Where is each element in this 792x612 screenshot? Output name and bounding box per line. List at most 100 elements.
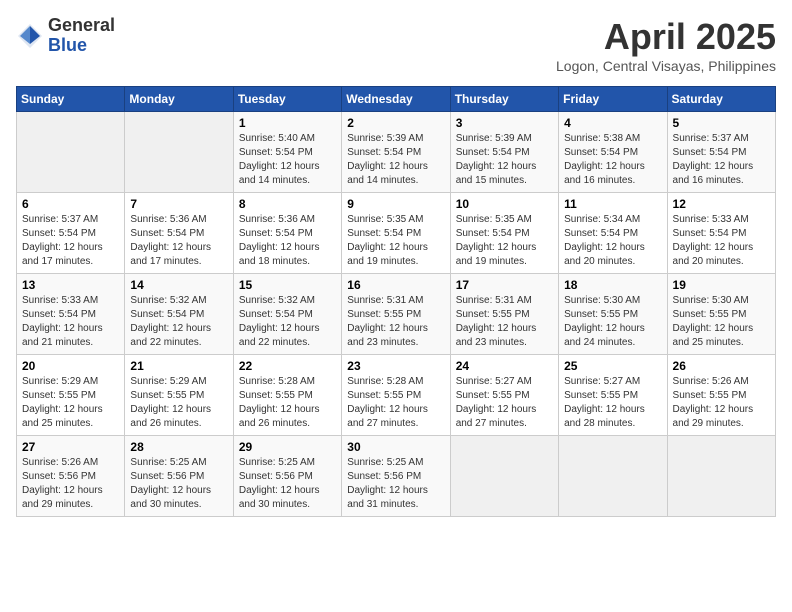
page-header: General Blue April 2025 Logon, Central V… (16, 16, 776, 74)
day-number: 16 (347, 278, 444, 292)
title-block: April 2025 Logon, Central Visayas, Phili… (556, 16, 776, 74)
day-number: 22 (239, 359, 336, 373)
table-row: 18Sunrise: 5:30 AMSunset: 5:55 PMDayligh… (559, 274, 667, 355)
header-wednesday: Wednesday (342, 87, 450, 112)
day-info: Sunrise: 5:28 AMSunset: 5:55 PMDaylight:… (347, 375, 444, 431)
calendar-week-row: 27Sunrise: 5:26 AMSunset: 5:56 PMDayligh… (17, 436, 776, 517)
day-info: Sunrise: 5:25 AMSunset: 5:56 PMDaylight:… (347, 456, 444, 512)
day-info: Sunrise: 5:35 AMSunset: 5:54 PMDaylight:… (347, 213, 444, 269)
table-row: 26 Sunrise: 5:26 AMSunset: 5:55 PMDayligh… (667, 355, 775, 436)
table-row: 20 Sunrise: 5:29 AMSunset: 5:55 PMDayligh… (17, 355, 125, 436)
day-info: Sunrise: 5:32 AMSunset: 5:54 PMDaylight:… (130, 294, 227, 350)
day-info: Sunrise: 5:32 AMSunset: 5:54 PMDaylight:… (239, 294, 336, 350)
title-month: April 2025 (556, 16, 776, 58)
day-info: Sunrise: 5:38 AMSunset: 5:54 PMDaylight:… (564, 132, 661, 188)
day-info: Sunrise: 5:40 AMSunset: 5:54 PMDaylight:… (239, 132, 336, 188)
day-number: 4 (564, 116, 661, 130)
table-row: 27Sunrise: 5:26 AMSunset: 5:56 PMDayligh… (17, 436, 125, 517)
table-row: 4 Sunrise: 5:38 AMSunset: 5:54 PMDaylight… (559, 112, 667, 193)
header-friday: Friday (559, 87, 667, 112)
day-info: Sunrise: 5:26 AMSunset: 5:56 PMDaylight:… (22, 456, 119, 512)
day-number: 13 (22, 278, 119, 292)
table-row: 17 Sunrise: 5:31 AMSunset: 5:55 PMDayligh… (450, 274, 558, 355)
day-info: Sunrise: 5:31 AMSunset: 5:55 PMDaylight:… (347, 294, 444, 350)
table-row (125, 112, 233, 193)
day-info: Sunrise: 5:36 AMSunset: 5:54 PMDaylight:… (239, 213, 336, 269)
day-number: 5 (673, 116, 770, 130)
header-thursday: Thursday (450, 87, 558, 112)
day-info: Sunrise: 5:37 AMSunset: 5:54 PMDaylight:… (673, 132, 770, 188)
day-number: 26 (673, 359, 770, 373)
day-number: 3 (456, 116, 553, 130)
table-row: 8 Sunrise: 5:36 AMSunset: 5:54 PMDaylight… (233, 193, 341, 274)
day-info: Sunrise: 5:34 AMSunset: 5:54 PMDaylight:… (564, 213, 661, 269)
day-info: Sunrise: 5:28 AMSunset: 5:55 PMDaylight:… (239, 375, 336, 431)
day-info: Sunrise: 5:30 AMSunset: 5:55 PMDaylight:… (564, 294, 661, 350)
day-number: 24 (456, 359, 553, 373)
day-info: Sunrise: 5:39 AMSunset: 5:54 PMDaylight:… (347, 132, 444, 188)
table-row: 29Sunrise: 5:25 AMSunset: 5:56 PMDayligh… (233, 436, 341, 517)
calendar-table: Sunday Monday Tuesday Wednesday Thursday… (16, 86, 776, 517)
table-row: 14 Sunrise: 5:32 AMSunset: 5:54 PMDayligh… (125, 274, 233, 355)
table-row: 12Sunrise: 5:33 AMSunset: 5:54 PMDayligh… (667, 193, 775, 274)
logo: General Blue (16, 16, 115, 56)
day-info: Sunrise: 5:33 AMSunset: 5:54 PMDaylight:… (22, 294, 119, 350)
table-row: 22 Sunrise: 5:28 AMSunset: 5:55 PMDayligh… (233, 355, 341, 436)
day-number: 25 (564, 359, 661, 373)
day-number: 6 (22, 197, 119, 211)
header-tuesday: Tuesday (233, 87, 341, 112)
day-number: 7 (130, 197, 227, 211)
day-info: Sunrise: 5:30 AMSunset: 5:55 PMDaylight:… (673, 294, 770, 350)
table-row (559, 436, 667, 517)
day-info: Sunrise: 5:27 AMSunset: 5:55 PMDaylight:… (564, 375, 661, 431)
day-number: 9 (347, 197, 444, 211)
calendar-week-row: 13 Sunrise: 5:33 AMSunset: 5:54 PMDayligh… (17, 274, 776, 355)
table-row: 9 Sunrise: 5:35 AMSunset: 5:54 PMDaylight… (342, 193, 450, 274)
title-location: Logon, Central Visayas, Philippines (556, 58, 776, 74)
day-number: 14 (130, 278, 227, 292)
day-info: Sunrise: 5:25 AMSunset: 5:56 PMDaylight:… (130, 456, 227, 512)
header-sunday: Sunday (17, 87, 125, 112)
header-monday: Monday (125, 87, 233, 112)
day-info: Sunrise: 5:25 AMSunset: 5:56 PMDaylight:… (239, 456, 336, 512)
calendar-header-row: Sunday Monday Tuesday Wednesday Thursday… (17, 87, 776, 112)
table-row: 1 Sunrise: 5:40 AMSunset: 5:54 PMDaylight… (233, 112, 341, 193)
logo-text: General Blue (48, 16, 115, 56)
table-row: 3 Sunrise: 5:39 AMSunset: 5:54 PMDaylight… (450, 112, 558, 193)
logo-icon (16, 22, 44, 50)
table-row: 16 Sunrise: 5:31 AMSunset: 5:55 PMDayligh… (342, 274, 450, 355)
day-info: Sunrise: 5:31 AMSunset: 5:55 PMDaylight:… (456, 294, 553, 350)
logo-blue: Blue (48, 36, 115, 56)
day-number: 12 (673, 197, 770, 211)
day-number: 10 (456, 197, 553, 211)
day-info: Sunrise: 5:39 AMSunset: 5:54 PMDaylight:… (456, 132, 553, 188)
table-row: 19 Sunrise: 5:30 AMSunset: 5:55 PMDayligh… (667, 274, 775, 355)
day-info: Sunrise: 5:29 AMSunset: 5:55 PMDaylight:… (22, 375, 119, 431)
table-row: 15Sunrise: 5:32 AMSunset: 5:54 PMDayligh… (233, 274, 341, 355)
day-number: 30 (347, 440, 444, 454)
table-row: 11Sunrise: 5:34 AMSunset: 5:54 PMDayligh… (559, 193, 667, 274)
table-row (667, 436, 775, 517)
table-row: 23 Sunrise: 5:28 AMSunset: 5:55 PMDayligh… (342, 355, 450, 436)
day-number: 8 (239, 197, 336, 211)
header-saturday: Saturday (667, 87, 775, 112)
day-number: 2 (347, 116, 444, 130)
table-row (450, 436, 558, 517)
day-number: 20 (22, 359, 119, 373)
table-row (17, 112, 125, 193)
day-number: 19 (673, 278, 770, 292)
day-number: 17 (456, 278, 553, 292)
calendar-week-row: 1 Sunrise: 5:40 AMSunset: 5:54 PMDaylight… (17, 112, 776, 193)
day-info: Sunrise: 5:35 AMSunset: 5:54 PMDaylight:… (456, 213, 553, 269)
day-info: Sunrise: 5:37 AMSunset: 5:54 PMDaylight:… (22, 213, 119, 269)
day-number: 1 (239, 116, 336, 130)
day-number: 28 (130, 440, 227, 454)
calendar-week-row: 20 Sunrise: 5:29 AMSunset: 5:55 PMDayligh… (17, 355, 776, 436)
table-row: 5 Sunrise: 5:37 AMSunset: 5:54 PMDaylight… (667, 112, 775, 193)
logo-general: General (48, 16, 115, 36)
day-number: 23 (347, 359, 444, 373)
table-row: 21Sunrise: 5:29 AMSunset: 5:55 PMDayligh… (125, 355, 233, 436)
table-row: 28 Sunrise: 5:25 AMSunset: 5:56 PMDayligh… (125, 436, 233, 517)
day-info: Sunrise: 5:26 AMSunset: 5:55 PMDaylight:… (673, 375, 770, 431)
calendar-week-row: 6 Sunrise: 5:37 AMSunset: 5:54 PMDaylight… (17, 193, 776, 274)
